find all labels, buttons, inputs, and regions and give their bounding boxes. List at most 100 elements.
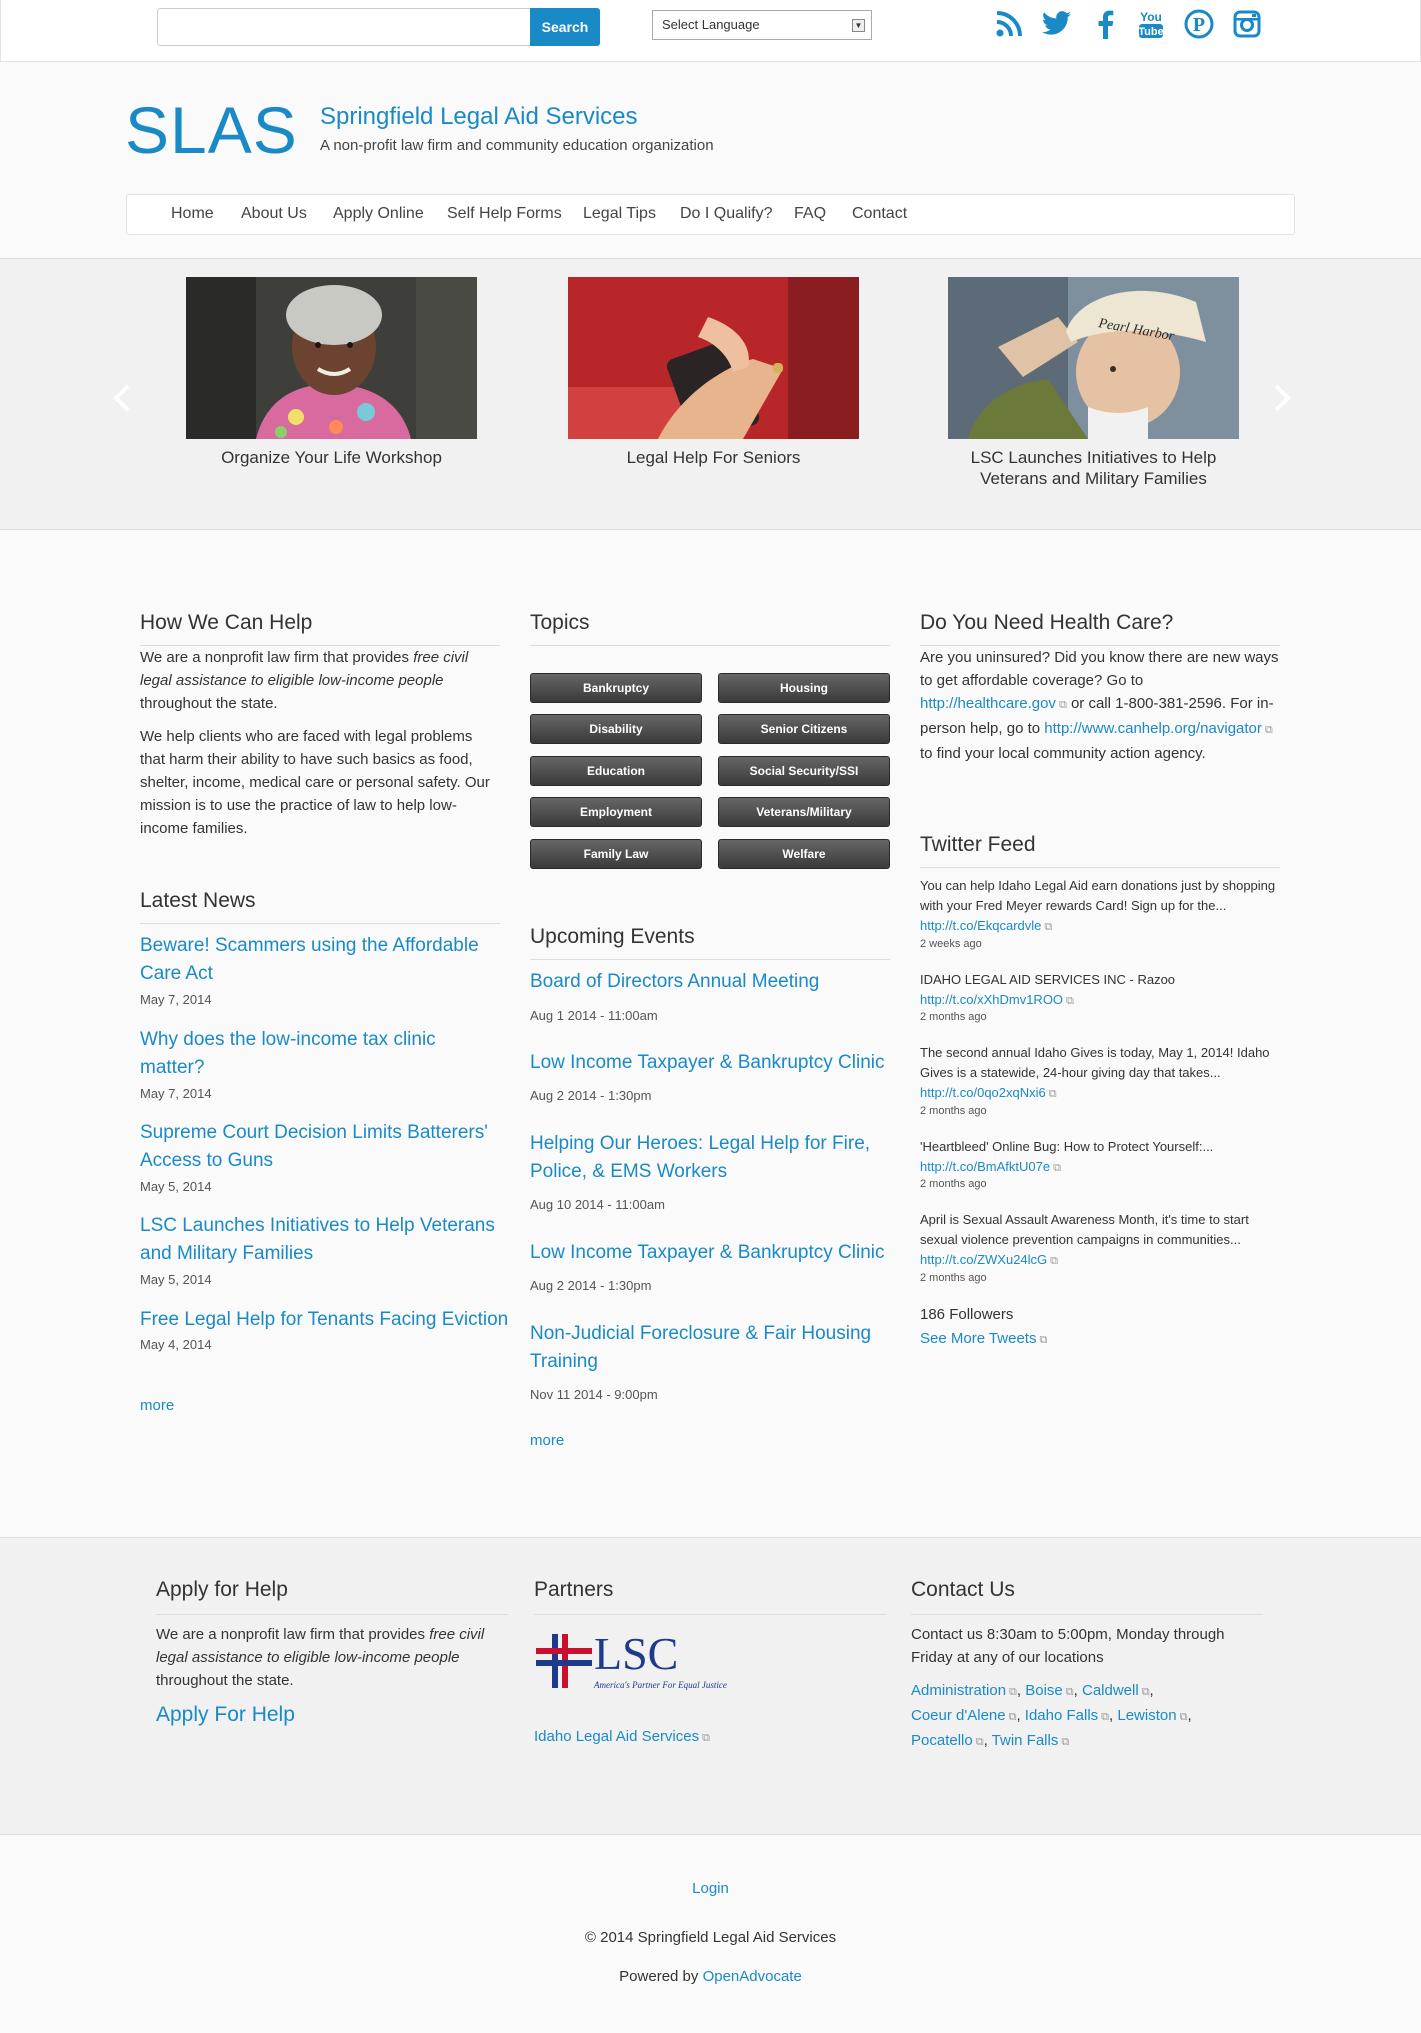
tweet-text: April is Sexual Assault Awareness Month,… — [920, 1212, 1249, 1247]
location-link[interactable]: Pocatello — [911, 1732, 973, 1749]
tweet: April is Sexual Assault Awareness Month,… — [920, 1210, 1280, 1271]
topic-button-veterans-military[interactable]: Veterans/Military — [718, 797, 890, 827]
health-paragraph: Are you uninsured? Did you know there ar… — [920, 646, 1282, 765]
language-select[interactable]: Select Language ▼ — [652, 10, 872, 40]
site-name[interactable]: Springfield Legal Aid Services — [320, 103, 638, 131]
see-more-tweets-link[interactable]: See More Tweets — [920, 1330, 1036, 1347]
lsc-logo[interactable]: LSC America's Partner For Equal Justice — [534, 1626, 734, 1692]
openadvocate-link[interactable]: OpenAdvocate — [703, 1968, 802, 1985]
event-link[interactable]: Non-Judicial Foreclosure & Fair Housing … — [530, 1320, 890, 1376]
partner-link[interactable]: Idaho Legal Aid Services — [534, 1728, 699, 1745]
health-text: to find your local community action agen… — [920, 745, 1206, 762]
nav-item-about-us[interactable]: About Us — [241, 205, 307, 223]
search-button[interactable]: Search — [530, 8, 600, 46]
rss-icon[interactable] — [993, 8, 1025, 40]
healthcare-gov-link[interactable]: http://healthcare.gov — [920, 695, 1056, 712]
location-link[interactable]: Caldwell — [1082, 1682, 1139, 1699]
event-link[interactable]: Low Income Taxpayer & Bankruptcy Clinic — [530, 1049, 900, 1077]
tweet-time: 2 months ago — [920, 1011, 987, 1023]
apply-for-help-link[interactable]: Apply For Help — [156, 1703, 295, 1726]
tweet-link[interactable]: http://t.co/BmAfktU07e — [920, 1159, 1050, 1174]
slide-caption[interactable]: Organize Your Life Workshop — [186, 447, 477, 468]
news-more-link[interactable]: more — [140, 1394, 174, 1417]
topic-button-employment[interactable]: Employment — [530, 797, 702, 827]
location-link[interactable]: Lewiston — [1117, 1707, 1176, 1724]
carousel: Organize Your Life Workshop Legal Help F… — [0, 258, 1421, 530]
tweet-link[interactable]: http://t.co/0qo2xqNxi6 — [920, 1085, 1046, 1100]
location-link[interactable]: Twin Falls — [992, 1732, 1059, 1749]
youtube-icon[interactable]: You Tube — [1135, 8, 1167, 40]
twitter-icon[interactable] — [1041, 8, 1073, 40]
nav-item-legal-tips[interactable]: Legal Tips — [583, 205, 656, 223]
instagram-icon[interactable] — [1231, 8, 1263, 40]
event-link[interactable]: Low Income Taxpayer & Bankruptcy Clinic — [530, 1239, 900, 1267]
slide-image-seniors[interactable] — [568, 277, 859, 439]
location-link[interactable]: Idaho Falls — [1025, 1707, 1098, 1724]
footer-locations: Administration ⧉, Boise ⧉, Caldwell ⧉, Coeu… — [911, 1679, 1251, 1754]
topic-button-bankruptcy[interactable]: Bankruptcy — [530, 673, 702, 703]
topic-button-education[interactable]: Education — [530, 756, 702, 786]
twitter-followers: 186 Followers — [920, 1306, 1014, 1323]
events-more-link[interactable]: more — [530, 1429, 564, 1452]
event-date: Aug 1 2014 - 11:00am — [530, 1008, 658, 1023]
tweet-link[interactable]: http://t.co/xXhDmv1ROO — [920, 992, 1063, 1007]
topics-heading: Topics — [530, 611, 890, 646]
news-link[interactable]: Beware! Scammers using the Affordable Ca… — [140, 932, 500, 988]
event-date: Aug 10 2014 - 11:00am — [530, 1197, 665, 1212]
help-text: throughout the state. — [140, 695, 278, 712]
slide-caption[interactable]: Legal Help For Seniors — [568, 447, 859, 468]
site-logo[interactable]: SLAS — [125, 92, 298, 168]
external-link-icon: ⧉ — [1101, 1711, 1110, 1723]
external-link-icon: ⧉ — [1044, 921, 1053, 933]
news-link[interactable]: Free Legal Help for Tenants Facing Evict… — [140, 1306, 510, 1334]
chevron-down-icon[interactable]: ▼ — [852, 19, 865, 32]
canhelp-link[interactable]: http://www.canhelp.org/navigator — [1044, 720, 1262, 737]
slide-image-veterans[interactable]: Pearl Harbor — [948, 277, 1239, 439]
tweet: 'Heartbleed' Online Bug: How to Protect … — [920, 1137, 1280, 1178]
health-text: Are you uninsured? Did you know there ar… — [920, 649, 1279, 689]
chevron-right-icon[interactable] — [1272, 383, 1292, 413]
slide-caption[interactable]: LSC Launches Initiatives to Help Veteran… — [948, 447, 1239, 489]
nav-item-contact[interactable]: Contact — [852, 205, 907, 223]
event-date: Aug 2 2014 - 1:30pm — [530, 1278, 652, 1293]
news-link[interactable]: Why does the low-income tax clinic matte… — [140, 1026, 470, 1082]
topic-button-disability[interactable]: Disability — [530, 714, 702, 744]
nav-item-faq[interactable]: FAQ — [794, 205, 826, 223]
see-more-tweets: See More Tweets ⧉ — [920, 1327, 1047, 1352]
facebook-icon[interactable] — [1089, 8, 1121, 40]
footer-apply-text: We are a nonprofit law firm that provide… — [156, 1623, 501, 1692]
news-link[interactable]: Supreme Court Decision Limits Batterers'… — [140, 1119, 500, 1175]
tweet-link[interactable]: http://t.co/Ekqcardvle — [920, 918, 1041, 933]
search-input[interactable] — [157, 8, 531, 46]
external-link-icon: ⧉ — [1050, 1255, 1059, 1267]
location-link[interactable]: Administration — [911, 1682, 1006, 1699]
tweet-text: 'Heartbleed' Online Bug: How to Protect … — [920, 1139, 1214, 1154]
topic-button-senior-citizens[interactable]: Senior Citizens — [718, 714, 890, 744]
topic-button-housing[interactable]: Housing — [718, 673, 890, 703]
tweet-link[interactable]: http://t.co/ZWXu24lcG — [920, 1252, 1047, 1267]
topic-button-welfare[interactable]: Welfare — [718, 839, 890, 869]
footer: Apply for Help We are a nonprofit law fi… — [0, 1537, 1421, 1835]
slide-image-workshop[interactable] — [186, 277, 477, 439]
external-link-icon: ⧉ — [1061, 1736, 1070, 1748]
powered-by: Powered by OpenAdvocate — [0, 1968, 1421, 1985]
location-link[interactable]: Coeur d'Alene — [911, 1707, 1006, 1724]
pinterest-icon[interactable]: P — [1183, 8, 1215, 40]
location-link[interactable]: Boise — [1025, 1682, 1063, 1699]
nav-item-do-i-qualify[interactable]: Do I Qualify? — [680, 205, 772, 223]
event-link[interactable]: Board of Directors Annual Meeting — [530, 968, 890, 996]
event-link[interactable]: Helping Our Heroes: Legal Help for Fire,… — [530, 1130, 890, 1186]
chevron-left-icon[interactable] — [112, 383, 132, 413]
lsc-logo-tagline: America's Partner For Equal Justice — [594, 1680, 727, 1690]
topic-button-social-security[interactable]: Social Security/SSI — [718, 756, 890, 786]
nav-item-home[interactable]: Home — [171, 205, 214, 223]
nav-item-self-help-forms[interactable]: Self Help Forms — [447, 205, 562, 223]
nav-item-apply-online[interactable]: Apply Online — [333, 205, 424, 223]
help-paragraph-1: We are a nonprofit law firm that provide… — [140, 646, 500, 715]
login-link[interactable]: Login — [0, 1880, 1421, 1897]
site-tagline: A non-profit law firm and community educ… — [320, 137, 714, 154]
external-link-icon: ⧉ — [1065, 1686, 1074, 1698]
tweet-time: 2 months ago — [920, 1272, 987, 1284]
news-link[interactable]: LSC Launches Initiatives to Help Veteran… — [140, 1212, 500, 1268]
topic-button-family-law[interactable]: Family Law — [530, 839, 702, 869]
